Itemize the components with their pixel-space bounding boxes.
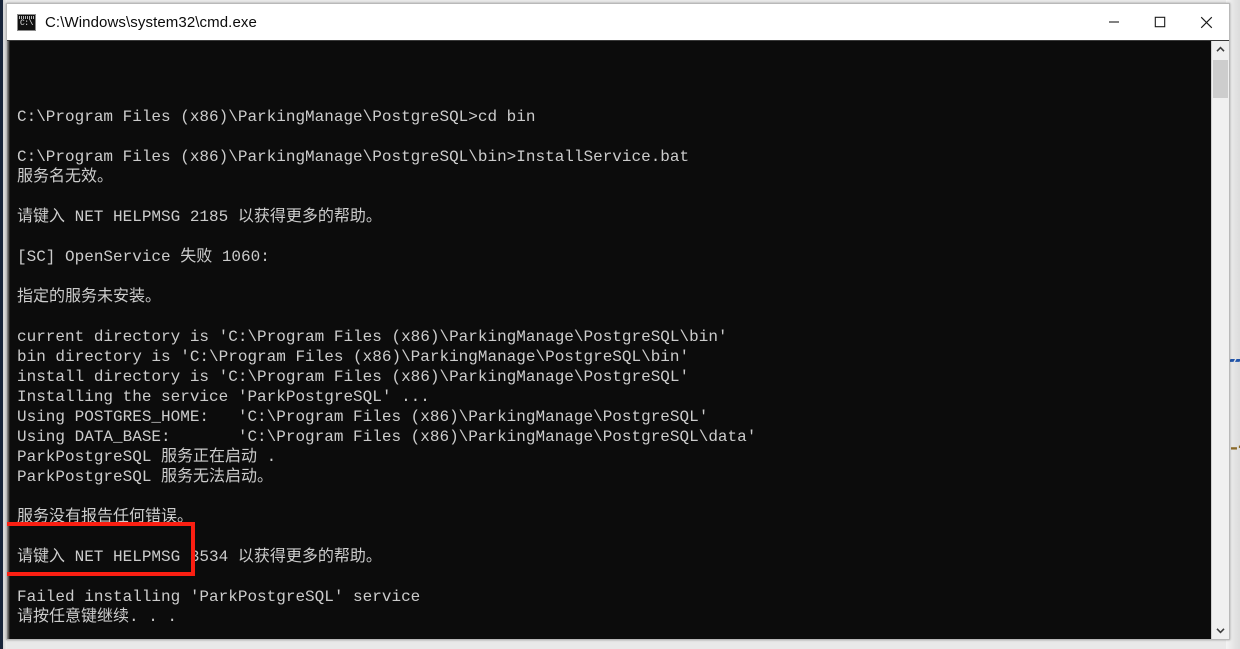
console-line: ParkPostgreSQL 服务无法启动。 [17, 468, 274, 486]
console-line: install directory is 'C:\Program Files (… [17, 368, 690, 386]
scrollbar-track[interactable] [1212, 58, 1229, 622]
console-line: C:\Program Files (x86)\ParkingManage\Pos… [17, 148, 690, 166]
console-line: C:\Program Files (x86)\ParkingManage\Pos… [17, 108, 536, 126]
console-line: 请键入 NET HELPMSG 2185 以获得更多的帮助。 [17, 208, 382, 226]
console-line: bin directory is 'C:\Program Files (x86)… [17, 348, 690, 366]
background-window-artifact-bottom: ▬▪ [1231, 444, 1240, 454]
console-line: Using DATA_BASE: 'C:\Program Files (x86)… [17, 428, 757, 446]
console-area[interactable]: C:\Program Files (x86)\ParkingManage\Pos… [7, 40, 1229, 639]
console-line: ParkPostgreSQL 服务正在启动 . [17, 448, 277, 466]
console-scrollbar[interactable] [1211, 41, 1229, 639]
close-button[interactable] [1183, 4, 1229, 40]
cmd-window: C:\ C:\Windows\system32\cmd.exe C:\Progr… [6, 3, 1230, 640]
maximize-button[interactable] [1137, 4, 1183, 40]
cmd-icon-label: C:\ [20, 18, 33, 28]
console-line: current directory is 'C:\Program Files (… [17, 328, 728, 346]
console-line: 服务名无效。 [17, 168, 114, 186]
console-line: Installing the service 'ParkPostgreSQL' … [17, 388, 430, 406]
window-controls [1091, 4, 1229, 40]
console-line: 请按任意键继续. . . [17, 608, 178, 626]
scrollbar-thumb[interactable] [1213, 60, 1228, 98]
console-line: [SC] OpenService 失败 1060: [17, 248, 270, 266]
console-line: 指定的服务未安装。 [17, 288, 162, 306]
console-output[interactable]: C:\Program Files (x86)\ParkingManage\Pos… [7, 41, 1211, 639]
title-bar[interactable]: C:\ C:\Windows\system32\cmd.exe [7, 4, 1229, 40]
window-title: C:\Windows\system32\cmd.exe [45, 13, 257, 31]
background-window-artifact-top: ▰▰ [1229, 357, 1240, 367]
console-line: 请键入 NET HELPMSG 3534 以获得更多的帮助。 [17, 548, 382, 566]
cmd-console-icon: C:\ [17, 13, 36, 31]
console-line: Using POSTGRES_HOME: 'C:\Program Files (… [17, 408, 709, 426]
scroll-down-arrow-icon[interactable] [1212, 622, 1229, 639]
console-line: Failed installing 'ParkPostgreSQL' servi… [17, 588, 421, 606]
minimize-button[interactable] [1091, 4, 1137, 40]
console-line: 服务没有报告任何错误。 [17, 508, 194, 526]
scroll-up-arrow-icon[interactable] [1212, 41, 1229, 58]
